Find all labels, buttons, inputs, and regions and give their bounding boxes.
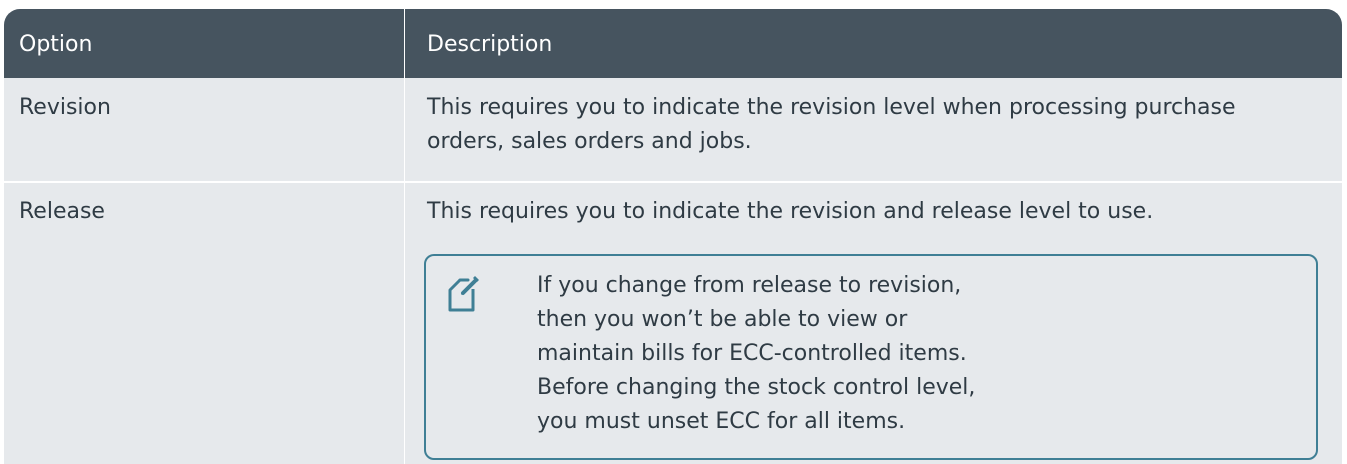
note-edit-icon — [446, 274, 482, 314]
header-description: Description — [427, 32, 553, 57]
table-header: Option Description — [4, 9, 1342, 78]
options-table: Option Description Revision This require… — [4, 9, 1342, 464]
row-divider — [4, 181, 1342, 183]
header-option: Option — [19, 32, 93, 57]
note-text: If you change from release to revision, … — [537, 273, 976, 434]
row-revision-description: This requires you to indicate the revisi… — [427, 95, 1236, 154]
row-revision-option: Revision — [19, 95, 111, 120]
note-box: If you change from release to revision, … — [424, 254, 1318, 460]
row-release-description: This requires you to indicate the revisi… — [427, 199, 1154, 224]
column-divider — [404, 9, 405, 464]
row-release-option: Release — [19, 199, 105, 224]
